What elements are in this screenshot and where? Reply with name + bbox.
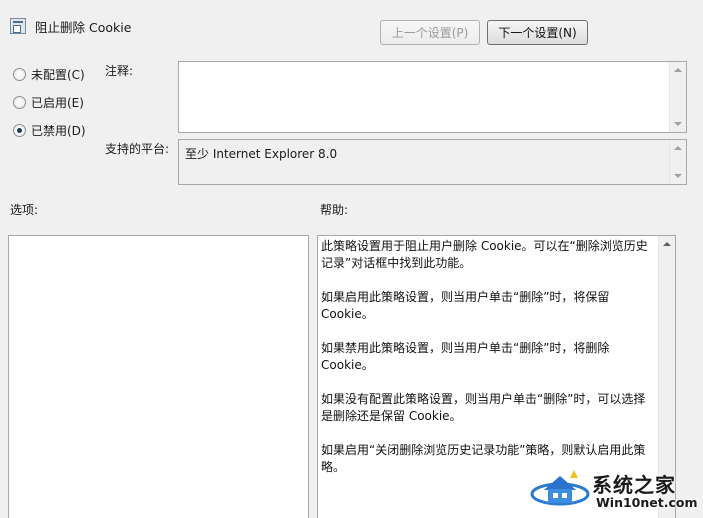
scroll-up-icon[interactable]: [674, 68, 682, 72]
help-paragraph: 如果启用此策略设置，则当用户单击“删除”时，将保留 Cookie。: [321, 290, 610, 321]
help-paragraph: 此策略设置用于阻止用户删除 Cookie。可以在“删除浏览历史记录”对话框中找到…: [321, 239, 648, 270]
options-label: 选项:: [10, 203, 39, 217]
previous-setting-button[interactable]: 上一个设置(P): [380, 20, 480, 45]
radio-button[interactable]: [13, 96, 26, 109]
comment-label: 注释:: [105, 64, 134, 78]
comment-scrollbar[interactable]: [669, 62, 686, 132]
platform-label: 支持的平台:: [105, 142, 170, 156]
help-text: 此策略设置用于阻止用户删除 Cookie。可以在“删除浏览历史记录”对话框中找到…: [321, 238, 657, 493]
radio-label: 已禁用(D): [31, 124, 86, 138]
next-setting-button[interactable]: 下一个设置(N): [487, 20, 588, 45]
radio-label: 未配置(C): [31, 68, 85, 82]
scroll-down-icon[interactable]: [674, 122, 682, 126]
radio-button-checked[interactable]: [13, 124, 26, 137]
platform-scrollbar[interactable]: [669, 140, 686, 184]
radio-enabled[interactable]: 已启用(E): [13, 94, 84, 111]
help-paragraph: 如果禁用此策略设置，则当用户单击“删除”时，将删除 Cookie。: [321, 341, 610, 372]
policy-icon: [10, 18, 26, 34]
watermark: 系统之家 Win10net.com: [530, 460, 700, 516]
platform-field: 至少 Internet Explorer 8.0: [178, 139, 687, 185]
watermark-title: 系统之家: [592, 473, 676, 497]
options-panel: [8, 235, 309, 518]
radio-disabled[interactable]: 已禁用(D): [13, 122, 86, 139]
policy-title: 阻止删除 Cookie: [35, 20, 132, 35]
comment-textarea[interactable]: [178, 61, 687, 133]
radio-button[interactable]: [13, 68, 26, 81]
help-paragraph: 如果没有配置此策略设置，则当用户单击“删除”时，可以选择是删除还是保留 Cook…: [321, 392, 646, 423]
radio-label: 已启用(E): [31, 96, 84, 110]
scroll-up-icon[interactable]: [663, 242, 671, 246]
platform-value: 至少 Internet Explorer 8.0: [185, 147, 338, 161]
watermark-url: Win10net.com: [596, 495, 698, 510]
scroll-up-icon[interactable]: [674, 146, 682, 150]
house-logo-icon: [530, 470, 590, 506]
help-label: 帮助:: [320, 203, 349, 217]
scroll-down-icon[interactable]: [674, 174, 682, 178]
radio-not-configured[interactable]: 未配置(C): [13, 66, 85, 83]
